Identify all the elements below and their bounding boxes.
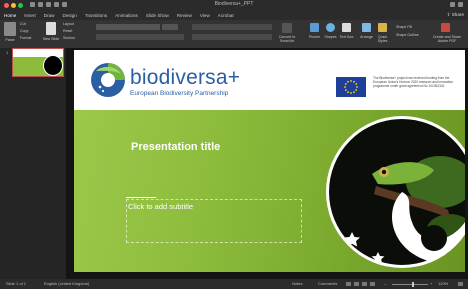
frog-photo-graphic: [326, 116, 465, 272]
logo-star-2: [101, 89, 105, 93]
slide-count: Slide 1 of 1: [6, 281, 27, 286]
cut-button[interactable]: Cut: [20, 22, 26, 26]
new-slide-icon[interactable]: [46, 22, 56, 35]
convert-smartart-label: Convert to SmartArt: [278, 35, 296, 43]
eu-star: [353, 80, 355, 83]
eu-star: [347, 91, 349, 94]
shape-fill-button[interactable]: Shape Fill: [396, 25, 412, 29]
search-icon[interactable]: [450, 2, 455, 7]
fit-to-window-icon[interactable]: [458, 282, 463, 286]
quick-styles-icon[interactable]: [378, 23, 387, 32]
eu-funding-text: The Biodiversa+ project has received fun…: [373, 76, 453, 89]
notes-button[interactable]: Notes: [292, 280, 302, 288]
shape-outline-button[interactable]: Shape Outline: [396, 33, 419, 37]
zoom-out-button[interactable]: –: [384, 280, 386, 288]
slide-thumbnail[interactable]: [12, 48, 64, 77]
arrange-icon[interactable]: [362, 23, 371, 32]
title-bar: Biodiversa+_PPT: [0, 0, 468, 11]
font-format-buttons[interactable]: [96, 34, 184, 40]
tab-slide-show[interactable]: Slide Show: [142, 11, 173, 20]
paste-icon[interactable]: [4, 22, 16, 36]
picture-label: Picture: [308, 35, 321, 39]
eu-stars-graphic: [344, 80, 358, 94]
zoom-in-button[interactable]: +: [430, 280, 432, 288]
tab-review[interactable]: Review: [173, 11, 196, 20]
normal-view-icon[interactable]: [346, 282, 351, 286]
eu-star: [355, 83, 358, 85]
biodiversa-logo-icon: [91, 63, 125, 97]
eu-star: [347, 80, 349, 83]
logo-star-1: [98, 85, 102, 89]
eu-star: [350, 80, 352, 82]
font-name-dropdown[interactable]: [96, 24, 160, 30]
zoom-slider[interactable]: [392, 284, 428, 285]
tab-design[interactable]: Design: [59, 11, 81, 20]
reading-view-icon[interactable]: [362, 282, 367, 286]
tab-insert[interactable]: Insert: [20, 11, 40, 20]
share-label: Share: [451, 12, 464, 17]
tab-animations[interactable]: Animations: [111, 11, 142, 20]
share-button[interactable]: ⇧ Share: [447, 12, 464, 18]
tab-home[interactable]: Home: [0, 11, 21, 21]
status-bar: Slide 1 of 1 English (United Kingdom) No…: [0, 279, 468, 289]
paragraph-align-buttons[interactable]: [192, 34, 272, 40]
slide-sorter-icon[interactable]: [354, 282, 359, 286]
slide-thumbnail-pane: [0, 48, 66, 279]
comments-button[interactable]: Comments: [318, 280, 337, 288]
brand-subtitle: European Biodiversity Partnership: [130, 90, 229, 97]
reset-button[interactable]: Reset: [63, 29, 72, 33]
section-button[interactable]: Section: [63, 36, 75, 40]
copy-button[interactable]: Copy: [20, 29, 28, 33]
thumbnail-number: 1: [6, 50, 9, 55]
window-title: Biodiversa+_PPT: [214, 1, 254, 7]
account-icon[interactable]: [458, 2, 463, 7]
thumbnail-circle-image: [43, 55, 63, 76]
frog-pupil: [381, 169, 387, 175]
smartart-icon[interactable]: [282, 23, 292, 33]
subtitle-placeholder[interactable]: Click to add subtitle: [128, 202, 193, 211]
eu-flag-icon: [336, 77, 366, 97]
tab-view[interactable]: View: [196, 11, 214, 20]
shapes-label: Shapes: [324, 35, 337, 39]
paragraph-list-buttons[interactable]: [192, 24, 272, 30]
format-painter-button[interactable]: Format: [20, 36, 31, 40]
presentation-title[interactable]: Presentation title: [131, 141, 220, 153]
adobe-pdf-icon[interactable]: [441, 23, 450, 32]
subtitle-selection-rule: [126, 197, 156, 198]
language-indicator[interactable]: English (United Kingdom): [44, 280, 89, 288]
eu-star: [355, 89, 358, 91]
ribbon-toolbar: Paste Cut Copy Format New Slide Layout R…: [0, 20, 468, 49]
textbox-icon[interactable]: [342, 23, 351, 32]
logo-inner-circle: [101, 73, 115, 87]
tab-draw[interactable]: Draw: [40, 11, 59, 20]
picture-icon[interactable]: [310, 23, 319, 32]
paste-label: Paste: [5, 38, 15, 42]
eu-star: [344, 86, 346, 88]
slideshow-icon[interactable]: [370, 282, 375, 286]
zoom-slider-thumb[interactable]: [412, 282, 414, 287]
new-slide-label: New Slide: [42, 37, 60, 41]
quick-styles-label: Quick Styles: [377, 35, 388, 43]
tab-transitions[interactable]: Transitions: [81, 11, 111, 20]
layout-button[interactable]: Layout: [63, 22, 74, 26]
ribbon-tabs: Home Insert Draw Design Transitions Anim…: [0, 11, 468, 21]
brand-name: biodiversa+: [130, 66, 241, 89]
arrange-label: Arrange: [360, 35, 373, 39]
eu-star: [350, 92, 352, 94]
share-pdf-label: Create and Share Adobe PDF: [432, 35, 462, 43]
slide[interactable]: biodiversa+ European Biodiversity Partne…: [74, 50, 465, 272]
textbox-label: Text Box: [339, 35, 354, 39]
swirl-inner-dark: [421, 225, 447, 251]
tab-acrobat[interactable]: Acrobat: [214, 11, 238, 20]
star-shape: [391, 270, 401, 272]
eu-star: [344, 89, 347, 91]
eu-star: [353, 91, 355, 94]
eu-star: [356, 86, 358, 88]
shapes-icon[interactable]: [326, 23, 335, 32]
font-size-dropdown[interactable]: [162, 24, 178, 30]
zoom-level[interactable]: 120%: [438, 280, 448, 288]
eu-star: [344, 83, 347, 85]
